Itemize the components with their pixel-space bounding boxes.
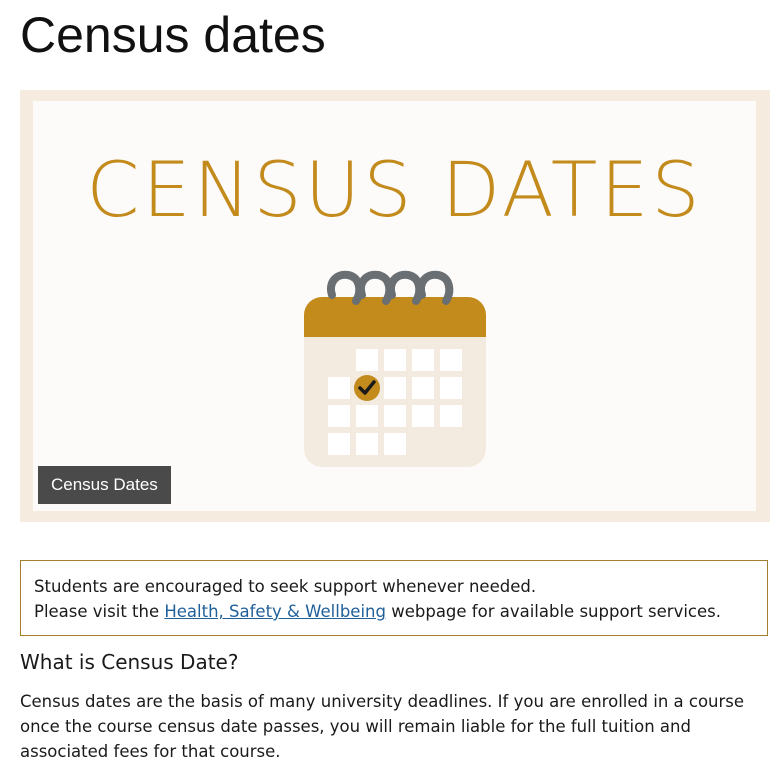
notice-text-after: webpage for available support services. bbox=[385, 602, 721, 621]
page-title: Census dates bbox=[20, 7, 326, 63]
banner-image-frame: CENSUS DATES Census Dates bbox=[20, 90, 770, 522]
section-heading: What is Census Date? bbox=[20, 650, 239, 674]
banner-image: CENSUS DATES Census Dates bbox=[33, 101, 756, 511]
banner-heading: CENSUS DATES bbox=[86, 145, 703, 234]
census-date-paragraph: Census dates are the basis of many unive… bbox=[20, 692, 745, 761]
notice-text-before: Please visit the bbox=[34, 602, 165, 621]
health-safety-wellbeing-link[interactable]: Health, Safety & Wellbeing bbox=[164, 602, 386, 621]
notice-line-2: Please visit the Health, Safety & Wellbe… bbox=[34, 599, 755, 624]
support-notice: Students are encouraged to seek support … bbox=[20, 560, 768, 636]
notice-line-1: Students are encouraged to seek support … bbox=[34, 577, 537, 596]
image-caption: Census Dates bbox=[38, 466, 171, 504]
calendar-icon bbox=[304, 270, 486, 467]
